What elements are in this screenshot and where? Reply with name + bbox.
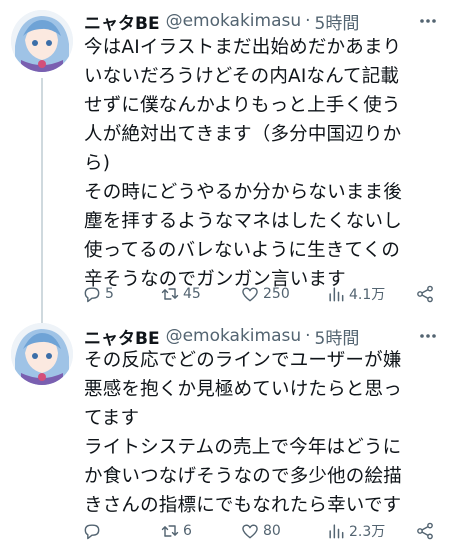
tweet-text: その反応でどのラインでユーザーが嫌 悪感を抱くか見極めていけたらと思っ てます … (84, 346, 442, 520)
more-icon[interactable] (418, 326, 438, 346)
retweet-icon (161, 525, 179, 537)
tweet-text-line: きさんの指標にでもなれたら幸いです (84, 495, 402, 516)
reply-icon (84, 524, 100, 540)
tweet-header: ニャタBE @emokakimasu · 5時間 (84, 7, 438, 35)
author-handle[interactable]: @emokakimasu (166, 11, 302, 31)
author-name[interactable]: ニャタBE (84, 324, 160, 349)
like-button[interactable]: 80 (240, 521, 281, 541)
author-name[interactable]: ニャタBE (84, 9, 160, 34)
retweet-button[interactable]: 45 (160, 284, 201, 304)
tweet-text-line: 人が絶対出てきます（多分中国辺りか (84, 124, 402, 145)
tweet[interactable]: ニャタBE @emokakimasu · 5時間 今はAIイラストまだ出始めだか… (0, 0, 450, 335)
views-button[interactable]: 4.1万 (326, 284, 385, 304)
action-bar: 6 80 2.3万 (82, 519, 438, 543)
like-icon (242, 287, 258, 302)
share-button[interactable] (415, 521, 438, 541)
share-button[interactable] (415, 284, 438, 304)
retweet-icon (161, 288, 179, 300)
reply-count: 5 (105, 286, 114, 302)
tweet-text-line: その反応でどのラインでユーザーが嫌 (84, 350, 402, 371)
tweet-text-line: ら) (84, 153, 111, 174)
timestamp[interactable]: 5時間 (315, 9, 360, 34)
like-count: 80 (263, 523, 281, 539)
views-button[interactable]: 2.3万 (326, 521, 385, 541)
separator-dot: · (305, 326, 311, 346)
retweet-count: 6 (183, 523, 192, 539)
thread-connector (41, 78, 43, 335)
tweet[interactable]: ニャタBE @emokakimasu · 5時間 その反応でどのラインでユーザー… (0, 311, 450, 547)
share-icon (417, 522, 433, 540)
views-icon (329, 524, 344, 539)
tweet-text-line: せずに僕なんかよりもっと上手く使う (84, 95, 401, 116)
share-icon (417, 285, 433, 303)
tweet-text-line: いないだろうけどその内AIなんて記載 (84, 66, 400, 87)
view-count: 2.3万 (349, 524, 386, 540)
author-handle[interactable]: @emokakimasu (166, 326, 302, 346)
avatar[interactable] (11, 10, 73, 72)
reply-button[interactable] (82, 521, 105, 541)
more-icon[interactable] (418, 11, 438, 31)
tweet-text: 今はAIイラストまだ出始めだかあまり いないだろうけどその内AIなんて記載 せず… (84, 33, 442, 294)
tweet-text-line: 塵を拝するようなマネはしたくないし (84, 211, 402, 232)
tweet-text-line: か食いつなげそうなので多少他の絵描 (84, 466, 402, 487)
tweet-text-line: 悪感を抱くか見極めていけたらと思っ (84, 379, 402, 400)
tweet-text-line: その時にどうやるか分からないまま後 (84, 182, 402, 203)
separator-dot: · (305, 11, 311, 31)
views-icon (329, 287, 344, 302)
retweet-count: 45 (183, 286, 201, 302)
action-bar: 5 45 250 4.1万 (82, 282, 438, 306)
like-count: 250 (263, 286, 290, 302)
reply-icon (84, 287, 100, 303)
view-count: 4.1万 (349, 287, 386, 303)
reply-button[interactable]: 5 (82, 284, 114, 304)
like-icon (242, 524, 258, 539)
tweet-text-line: てます (84, 408, 140, 429)
timestamp[interactable]: 5時間 (315, 324, 360, 349)
tweet-text-line: 今はAIイラストまだ出始めだかあまり (84, 37, 402, 58)
avatar[interactable] (11, 323, 73, 385)
tweet-text-line: ライトシステムの売上で今年はどうに (84, 437, 402, 458)
retweet-button[interactable]: 6 (160, 521, 192, 541)
tweet-text-line: 使ってるのバレないように生きてくの (84, 240, 401, 261)
like-button[interactable]: 250 (240, 284, 290, 304)
